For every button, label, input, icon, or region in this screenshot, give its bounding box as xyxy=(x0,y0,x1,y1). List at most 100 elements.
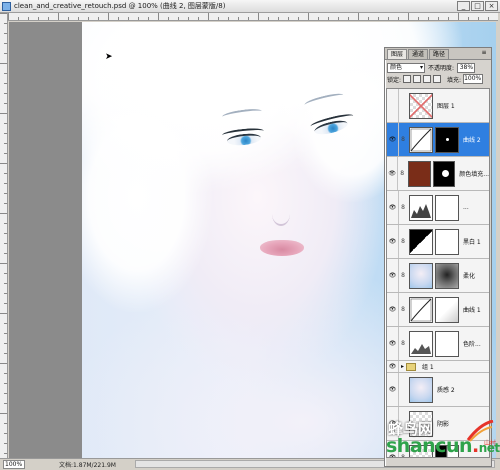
expand-triangle-icon[interactable]: ▸ xyxy=(401,363,404,370)
ruler-tick xyxy=(4,53,7,54)
ruler-tick xyxy=(348,17,349,20)
ruler-tick xyxy=(4,153,7,154)
minimize-button[interactable]: _ xyxy=(457,1,470,11)
eye-icon[interactable]: 👁 xyxy=(387,373,399,406)
layer-row[interactable]: 👁 8 黑白 1 xyxy=(387,225,489,259)
layer-thumbnail[interactable] xyxy=(409,126,433,153)
layer-list[interactable]: 图层 1 👁 8 曲线 2 👁 8 颜色填充... 👁 8... 👁 8 黑白 1 👁 8 柔化 👁 8 曲线 1… xyxy=(386,88,490,458)
ruler-tick xyxy=(408,13,409,20)
layer-mask-thumbnail[interactable] xyxy=(435,228,459,255)
layer-row[interactable]: 图层 1 xyxy=(387,89,489,123)
lock-position-icon[interactable] xyxy=(423,75,432,83)
ruler-tick xyxy=(148,17,149,20)
ruler-tick xyxy=(198,17,199,20)
layer-thumbnail[interactable] xyxy=(409,228,433,255)
ruler-tick xyxy=(328,17,329,20)
layer-mask-thumbnail[interactable] xyxy=(435,126,459,153)
ruler-tick xyxy=(208,13,209,20)
layer-thumbnail[interactable] xyxy=(409,330,433,357)
layer-name: 黑白 1 xyxy=(463,239,481,246)
arrow-cursor-icon: ➤ xyxy=(105,52,113,62)
ruler-tick xyxy=(0,13,7,14)
eye-icon[interactable]: 👁 xyxy=(387,225,399,258)
eye-icon[interactable]: 👁 xyxy=(387,361,399,372)
ruler-tick xyxy=(4,23,7,24)
layer-mask-thumbnail[interactable] xyxy=(435,330,459,357)
layer-name: 图层 1 xyxy=(437,103,455,110)
layer-thumbnail[interactable] xyxy=(407,160,431,187)
layer-row[interactable]: 👁 8 颜色填充... xyxy=(387,157,489,191)
opacity-field[interactable]: 38% xyxy=(457,62,476,73)
document-size[interactable]: 文档:1.87M/221.9M xyxy=(59,460,116,469)
lock-pixels-icon[interactable] xyxy=(413,75,422,83)
nose xyxy=(272,202,290,226)
eye-icon[interactable]: 👁 xyxy=(387,123,399,156)
layer-row[interactable]: 👁 8 柔化 xyxy=(387,259,489,293)
ruler-tick xyxy=(128,17,129,20)
link-icon: 8 xyxy=(400,170,405,177)
layer-row[interactable]: 👁 8 曲线 2 xyxy=(387,123,489,157)
layer-name: 色阶... xyxy=(463,341,481,348)
layer-thumbnail[interactable] xyxy=(409,376,433,403)
layer-row[interactable]: 👁 质感 2 xyxy=(387,373,489,407)
lock-transparency-icon[interactable] xyxy=(403,75,412,83)
ruler-tick xyxy=(4,333,7,334)
layer-thumbnail[interactable] xyxy=(409,262,433,289)
eye-icon[interactable]: 👁 xyxy=(387,191,399,224)
ruler-tick xyxy=(4,193,7,194)
blend-mode-select[interactable]: 颜色 ▾ xyxy=(387,62,425,73)
eye-icon[interactable]: 👁 xyxy=(387,293,399,326)
eye-icon[interactable]: 👁 xyxy=(387,259,399,292)
layer-thumbnail[interactable] xyxy=(409,194,433,221)
ruler-tick xyxy=(18,17,19,20)
ruler-tick xyxy=(368,17,369,20)
ruler-tick xyxy=(288,17,289,20)
tab-layers[interactable]: 图层 xyxy=(387,49,408,59)
ruler-tick xyxy=(4,233,7,234)
ruler-tick xyxy=(248,17,249,20)
ruler-tick xyxy=(4,143,7,144)
layer-row[interactable]: 👁 8... xyxy=(387,191,489,225)
watermark-cn-small: 山村 xyxy=(483,440,496,447)
layer-row[interactable]: 👁 8 曲线 1 xyxy=(387,293,489,327)
layer-thumbnail[interactable] xyxy=(409,92,433,119)
layer-name: 颜色填充... xyxy=(459,171,490,178)
layer-thumbnail[interactable] xyxy=(409,296,433,323)
layer-group-row[interactable]: 👁 ▸ 组 1 xyxy=(387,361,489,373)
horizontal-ruler[interactable] xyxy=(8,13,498,21)
ruler-tick xyxy=(488,17,489,20)
ruler-tick xyxy=(258,13,259,20)
ruler-tick xyxy=(4,453,7,454)
layer-row[interactable]: 👁 8 色阶... xyxy=(387,327,489,361)
layer-mask-thumbnail[interactable] xyxy=(432,160,456,187)
maximize-button[interactable]: □ xyxy=(471,1,484,11)
ruler-tick xyxy=(0,63,7,64)
eye-icon[interactable]: 👁 xyxy=(387,327,399,360)
close-button[interactable]: × xyxy=(485,1,498,11)
tab-channels[interactable]: 通道 xyxy=(408,49,429,59)
ruler-tick xyxy=(4,183,7,184)
panel-menu-icon[interactable]: ≡ xyxy=(480,50,488,57)
ruler-tick xyxy=(4,103,7,104)
ruler-tick xyxy=(4,403,7,404)
ruler-tick xyxy=(4,173,7,174)
vertical-ruler[interactable] xyxy=(0,13,8,458)
link-icon: 8 xyxy=(401,272,405,279)
layer-mask-thumbnail[interactable] xyxy=(435,296,459,323)
layer-mask-thumbnail[interactable] xyxy=(435,262,459,289)
zoom-field[interactable]: 100% xyxy=(3,460,25,469)
fill-field[interactable]: 100% xyxy=(463,74,484,84)
lock-all-icon[interactable] xyxy=(433,75,442,83)
ruler-tick xyxy=(388,17,389,20)
eye-icon[interactable]: 👁 xyxy=(387,157,399,190)
ruler-tick xyxy=(4,343,7,344)
ruler-tick xyxy=(4,43,7,44)
ruler-tick xyxy=(4,323,7,324)
blend-mode-value: 颜色 xyxy=(390,63,403,71)
eye-icon[interactable] xyxy=(387,89,399,122)
ruler-tick xyxy=(458,13,459,20)
ruler-tick xyxy=(118,17,119,20)
ruler-tick xyxy=(238,17,239,20)
layer-mask-thumbnail[interactable] xyxy=(435,194,459,221)
tab-paths[interactable]: 路径 xyxy=(429,49,450,59)
